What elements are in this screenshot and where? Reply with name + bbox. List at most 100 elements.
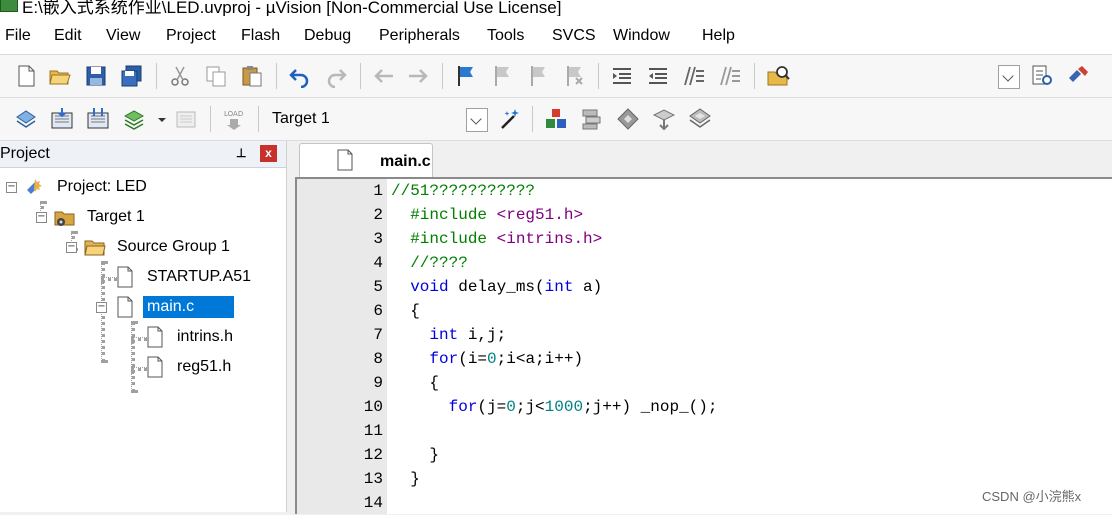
collapse-toggle[interactable]: − (96, 302, 107, 313)
code-token: 1000 (544, 398, 584, 416)
target-dropdown[interactable] (466, 108, 488, 132)
new-file-icon[interactable] (14, 64, 38, 88)
code-editor[interactable]: 1 //51??????????? 2 #include <reg51.h> 3 #i… (295, 177, 1112, 514)
menu-peripherals[interactable]: Peripherals (379, 27, 460, 45)
components-icon[interactable] (688, 107, 712, 131)
code-text: for(i=0;i<a;i++) (391, 347, 583, 371)
tree-node-startup[interactable]: STARTUP.A51 (114, 264, 255, 290)
toolbar-separator (156, 63, 157, 89)
file-icon (337, 149, 353, 171)
clear-bookmarks-icon[interactable] (562, 64, 586, 88)
menu-file[interactable]: File (5, 27, 31, 45)
tree-node-intrins-h[interactable]: intrins.h (144, 324, 237, 350)
project-panel: Project ⊥ x − − − − Project: LED Target … (0, 141, 287, 512)
toolbar-separator (754, 63, 755, 89)
tree-node-label: reg51.h (177, 358, 232, 375)
build-icon[interactable] (50, 107, 74, 131)
menu-bar: File Edit View Project Flash Debug Perip… (0, 16, 1112, 55)
tree-node-label: Source Group 1 (117, 238, 230, 255)
code-body[interactable]: 1 //51??????????? 2 #include <reg51.h> 3 #i… (364, 179, 1112, 514)
next-bookmark-icon[interactable] (526, 64, 550, 88)
uncomment-icon[interactable] (718, 64, 742, 88)
menu-project[interactable]: Project (166, 27, 216, 45)
undo-icon[interactable] (288, 64, 312, 88)
pin-icon[interactable]: ⊥ (236, 146, 246, 160)
menu-flash[interactable]: Flash (241, 27, 280, 45)
code-token: } (391, 470, 420, 488)
debug-settings-icon[interactable] (1066, 64, 1090, 88)
chevron-down-icon[interactable] (150, 107, 166, 131)
comment-icon[interactable] (682, 64, 706, 88)
line-number: 2 (373, 206, 383, 224)
target-options-icon[interactable] (498, 107, 522, 131)
redo-icon[interactable] (324, 64, 348, 88)
menu-help[interactable]: Help (702, 27, 735, 45)
code-text: #include <intrins.h> (391, 227, 602, 251)
file-toolbar (0, 55, 1112, 98)
select-packs-icon[interactable] (580, 107, 604, 131)
copy-icon[interactable] (204, 64, 228, 88)
stop-build-icon[interactable] (174, 107, 198, 131)
code-token: } (391, 446, 440, 464)
navigate-forward-icon[interactable] (406, 64, 430, 88)
bookmark-icon[interactable] (454, 64, 478, 88)
code-token: (j= (477, 398, 507, 416)
find-in-files-icon[interactable] (766, 64, 790, 88)
indent-icon[interactable] (610, 64, 634, 88)
open-file-icon[interactable] (48, 64, 72, 88)
prev-bookmark-icon[interactable] (490, 64, 514, 88)
line-number: 14 (363, 494, 383, 512)
tree-node-main-c[interactable]: main.c (114, 294, 235, 320)
translate-icon[interactable] (14, 107, 38, 131)
download-icon[interactable]: LOAD (222, 107, 246, 131)
collapse-toggle[interactable]: − (66, 242, 77, 253)
close-panel-button[interactable]: x (260, 145, 277, 162)
tree-node-reg51-h[interactable]: reg51.h (144, 354, 235, 380)
cut-icon[interactable] (168, 64, 192, 88)
tree-node-project[interactable]: Project: LED (24, 174, 151, 200)
code-token: ;j< (515, 398, 545, 416)
toolbar-separator (532, 106, 533, 132)
code-token: for (391, 350, 459, 368)
menu-view[interactable]: View (106, 27, 140, 45)
navigate-back-icon[interactable] (372, 64, 396, 88)
manage-rte-icon[interactable] (616, 107, 640, 131)
code-token: //51??????????? (391, 182, 536, 200)
batch-build-icon[interactable] (122, 107, 146, 131)
manage-project-items-icon[interactable] (544, 107, 568, 131)
code-token: ;i<a;i++) (496, 350, 584, 368)
toolbar-separator (598, 63, 599, 89)
menu-tools[interactable]: Tools (487, 27, 524, 45)
target-select-value[interactable]: Target 1 (272, 110, 330, 128)
tree-node-target[interactable]: Target 1 (54, 204, 149, 230)
menu-svcs[interactable]: SVCS (552, 27, 596, 45)
code-token: <reg51.h> (496, 206, 584, 224)
code-token: <intrins.h> (496, 230, 603, 248)
collapse-toggle[interactable]: − (6, 182, 17, 193)
menu-edit[interactable]: Edit (54, 27, 82, 45)
code-token: i,j; (467, 326, 507, 344)
find-combo-dropdown[interactable] (998, 65, 1020, 89)
file-icon (117, 296, 133, 318)
code-text: for(j=0;j<1000;j++) _nop_(); (391, 395, 718, 419)
menu-window[interactable]: Window (613, 27, 670, 45)
code-text: { (391, 371, 439, 395)
code-text: void delay_ms(int a) (391, 275, 602, 299)
code-token: for (391, 398, 478, 416)
unindent-icon[interactable] (646, 64, 670, 88)
collapse-toggle[interactable]: − (36, 212, 47, 223)
project-panel-title: Project (0, 145, 50, 162)
menu-debug[interactable]: Debug (304, 27, 351, 45)
incremental-find-icon[interactable] (1030, 64, 1054, 88)
save-all-icon[interactable] (120, 64, 144, 88)
tree-node-source-group[interactable]: Source Group 1 (84, 234, 234, 260)
pack-installer-icon[interactable] (652, 107, 676, 131)
rebuild-icon[interactable] (86, 107, 110, 131)
save-icon[interactable] (84, 64, 108, 88)
paste-icon[interactable] (240, 64, 264, 88)
tab-main-c[interactable]: main.c (299, 143, 433, 178)
toolbar-separator (258, 106, 259, 132)
line-number: 13 (363, 470, 383, 488)
code-token: (i= (458, 350, 488, 368)
line-number: 10 (363, 398, 383, 416)
